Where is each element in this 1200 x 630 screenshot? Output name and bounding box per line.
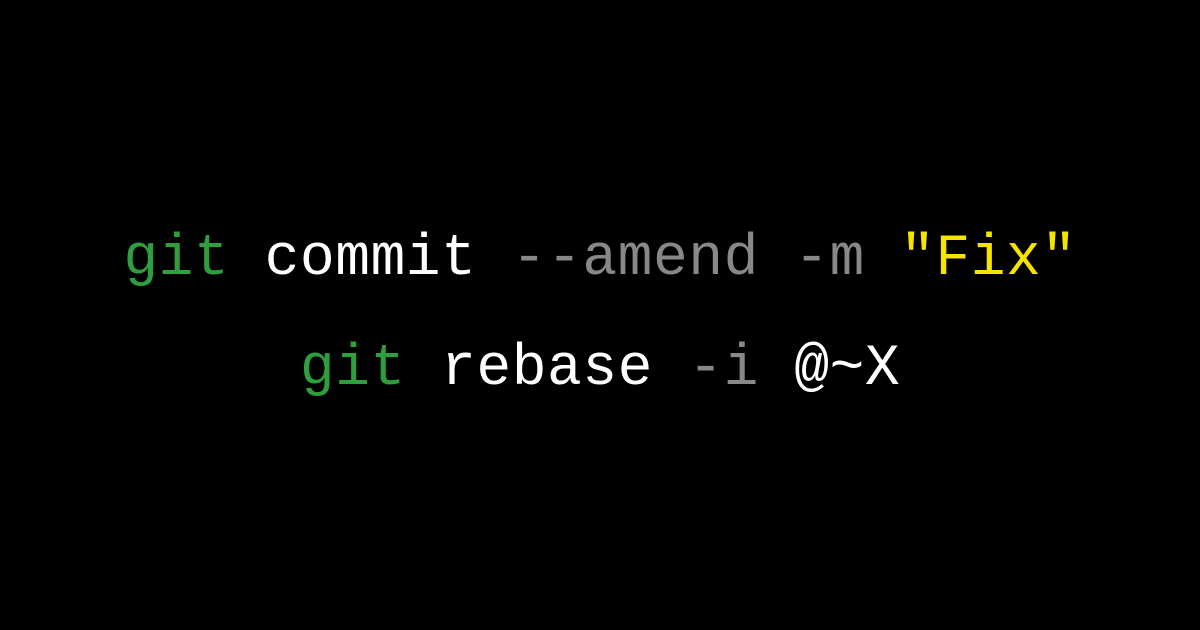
git-command: git	[123, 227, 229, 292]
message-flag: -m	[794, 227, 865, 292]
command-line-2: git rebase -i @~X	[300, 315, 900, 425]
interactive-flag: -i	[688, 337, 759, 402]
amend-flag: --amend	[512, 227, 759, 292]
rebase-subcommand: rebase	[441, 337, 653, 402]
commit-reference: @~X	[794, 337, 900, 402]
command-line-1: git commit --amend -m "Fix"	[123, 205, 1076, 315]
message-string: "Fix"	[900, 227, 1077, 292]
commit-subcommand: commit	[265, 227, 477, 292]
git-command: git	[300, 337, 406, 402]
